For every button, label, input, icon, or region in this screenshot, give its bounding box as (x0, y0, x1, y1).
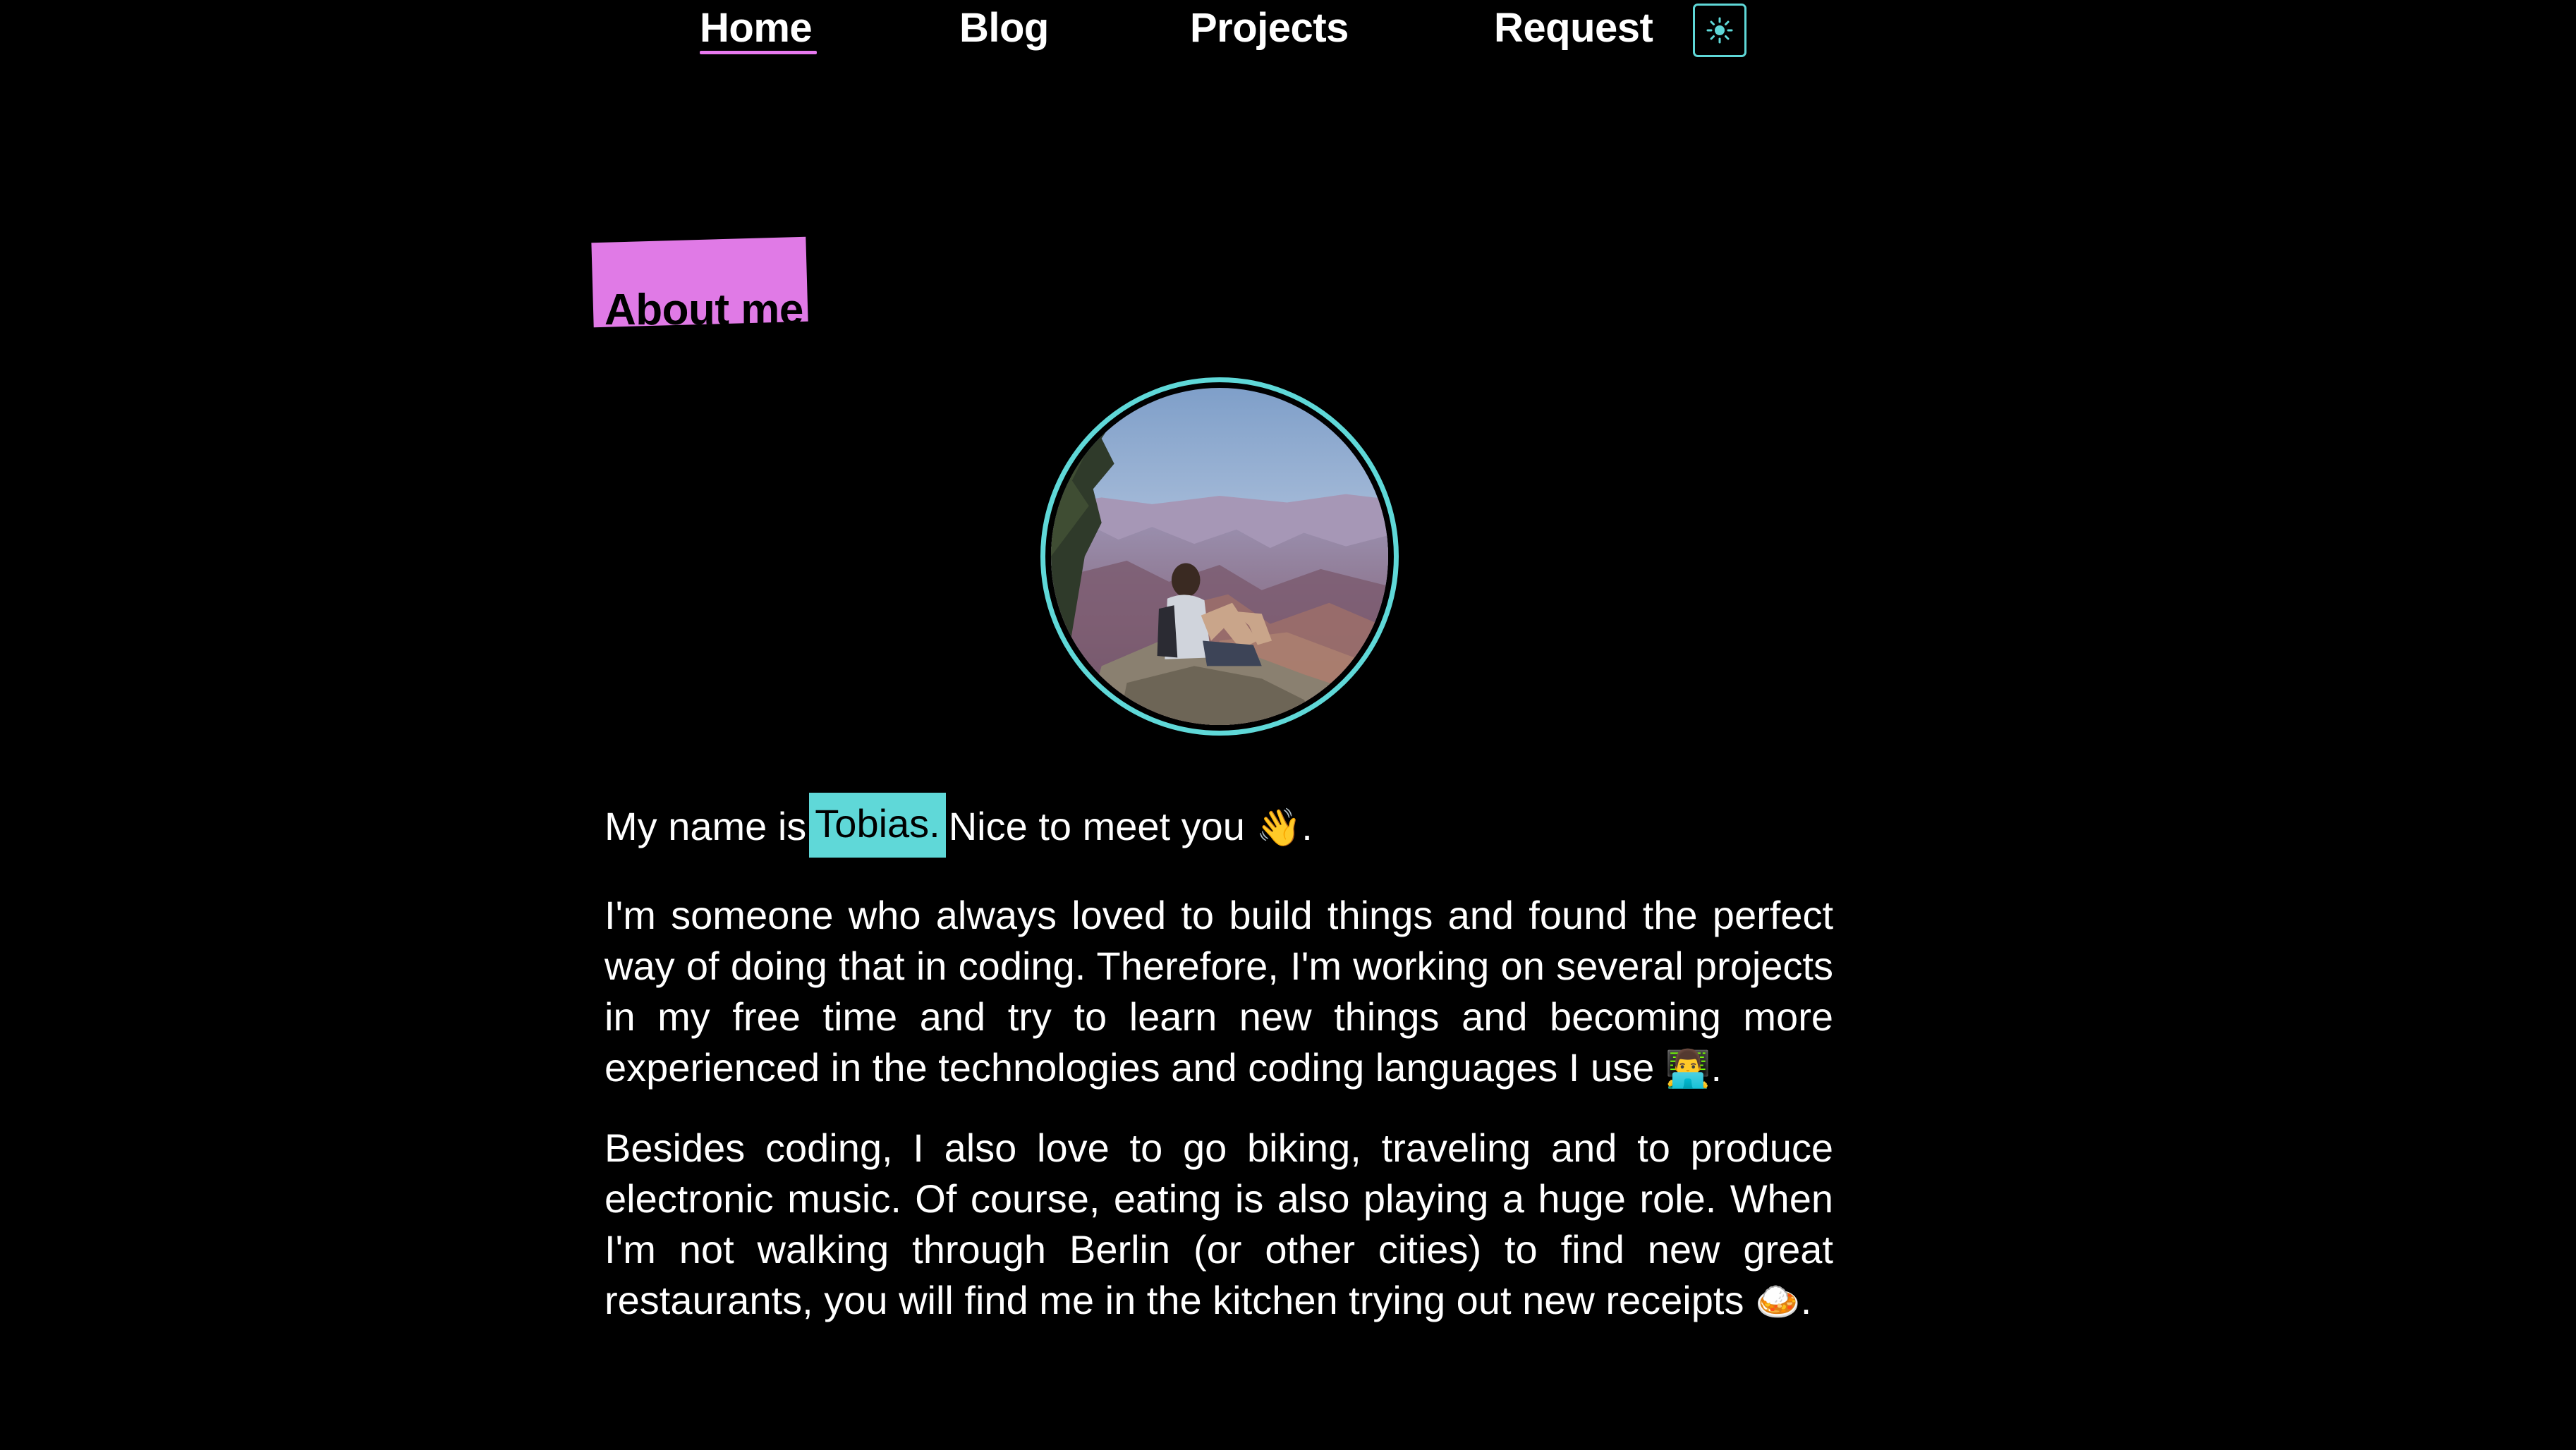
nav-link-blog[interactable]: Blog (959, 4, 1049, 51)
intro-line: My name is Tobias. Nice to meet you 👋. (604, 793, 1833, 862)
about-content: My name is Tobias. Nice to meet you 👋. I'm… (604, 793, 1833, 1355)
sun-icon (1706, 17, 1733, 44)
intro-suffix: Nice to meet you (948, 803, 1245, 848)
avatar-ring (1040, 377, 1399, 736)
waving-hand-icon: 👋 (1256, 807, 1302, 848)
paragraph-hobbies-end: . (1800, 1278, 1812, 1322)
paragraph-coding-end: . (1711, 1045, 1723, 1090)
paragraph-coding: I'm someone who always loved to build th… (604, 890, 1833, 1095)
active-nav-underline (700, 51, 817, 54)
paragraph-hobbies: Besides coding, I also love to go biking… (604, 1123, 1833, 1327)
intro-end: . (1301, 803, 1313, 848)
main-nav: Home Blog Projects Request (0, 0, 2576, 78)
paragraph-hobbies-text: Besides coding, I also love to go biking… (604, 1126, 1833, 1322)
curry-rice-icon: 🍛 (1755, 1281, 1801, 1322)
intro-prefix: My name is (604, 803, 807, 848)
nav-link-request[interactable]: Request (1494, 4, 1653, 51)
avatar (1051, 388, 1388, 725)
technologist-icon: 👨‍💻 (1665, 1049, 1711, 1090)
paragraph-coding-text: I'm someone who always loved to build th… (604, 893, 1833, 1090)
nav-link-projects[interactable]: Projects (1190, 4, 1349, 51)
theme-toggle-button[interactable] (1693, 4, 1746, 57)
name-highlight: Tobias. (809, 793, 946, 858)
nav-link-home[interactable]: Home (700, 4, 813, 51)
page: Home Blog Projects Request About me My n… (0, 0, 2576, 1450)
section-title: About me (604, 285, 803, 334)
